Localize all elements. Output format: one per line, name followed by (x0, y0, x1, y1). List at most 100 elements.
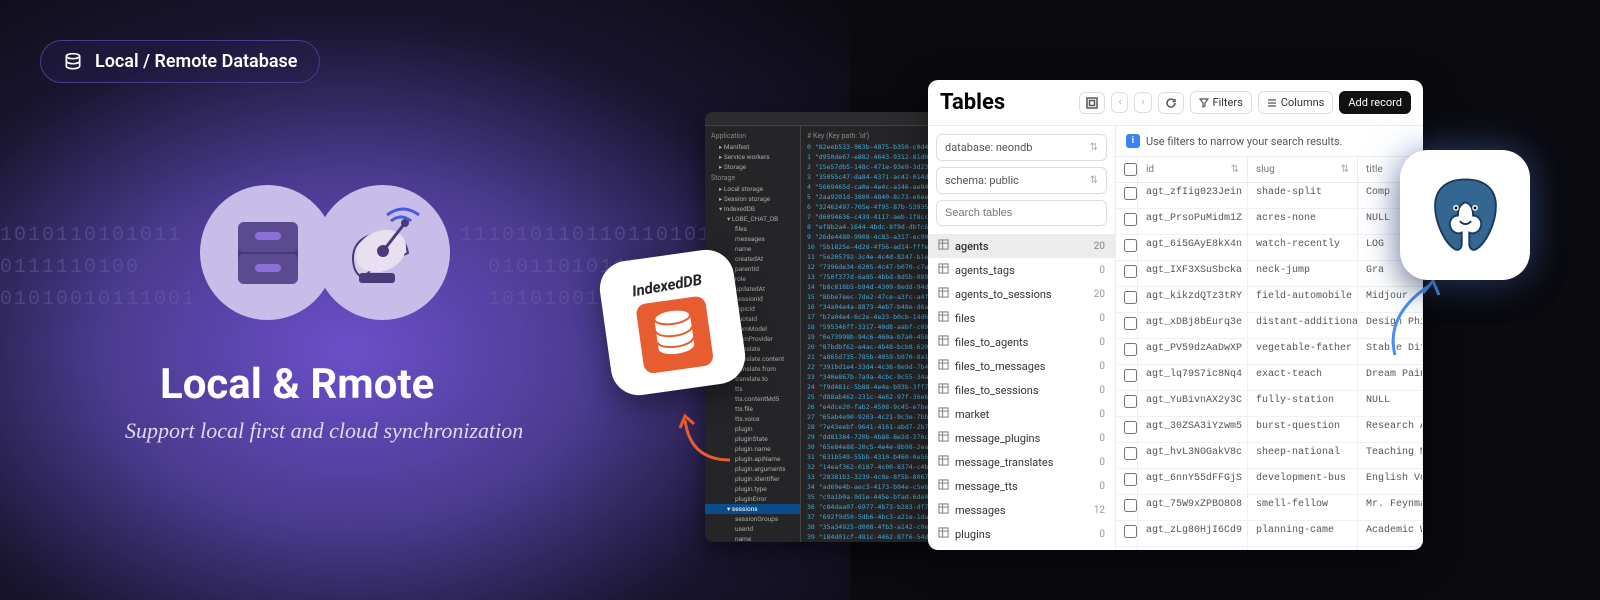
table-list-item[interactable]: messages12 (928, 498, 1115, 522)
table-list-item[interactable]: files0 (928, 306, 1115, 330)
devtools-storage-group[interactable]: ▾ IndexedDB (705, 204, 800, 214)
table-row[interactable]: agt_6nnY55dFFGjSdevelopment-busEnglish V… (1116, 469, 1423, 495)
devtools-key-row[interactable]: 20 "87bdbf62-e4ac-4b48-bcb8-620ac1bc1e10… (801, 342, 935, 352)
devtools-key-row[interactable]: 37 "692f9d50-5db6-4bc3-a21e-1da49dc63487… (801, 512, 935, 522)
devtools-key-row[interactable]: 8 "ef8b2a4-1644-4bdc-8f9d-dbfc6f4f5ce24" (801, 222, 935, 232)
row-checkbox[interactable] (1124, 499, 1137, 512)
schema-select[interactable]: schema: public⇅ (936, 167, 1107, 194)
search-tables-input[interactable] (936, 200, 1107, 226)
sort-icon[interactable]: ⇅ (1231, 164, 1239, 175)
devtools-key-row[interactable]: 39 "184d01cf-481c-4462-87f6-54d1106a8ee" (801, 532, 935, 542)
devtools-key-row[interactable]: 25 "d88ab462-231c-4e62-97f-36e6d00964eba… (801, 392, 935, 402)
table-row[interactable]: agt_75W9xZPBO8O8smell-fellowMr. Feynman (1116, 495, 1423, 521)
devtools-key-row[interactable]: 29 "dd81384-720b-4b88-8e2d-376c28bdc882" (801, 432, 935, 442)
devtools-key-row[interactable]: 22 "391bd1e4-33d4-4c36-8e9d-7b4b54a4deb0… (801, 362, 935, 372)
devtools-key-row[interactable]: 5 "2aa9201d-3800-4840-8c73-e6ee01683e0f" (801, 192, 935, 202)
table-row[interactable]: agt_zfIig023Jeinshade-splitComp (1116, 183, 1423, 209)
devtools-table[interactable]: name (705, 534, 800, 542)
devtools-table[interactable]: plugin.type (705, 484, 800, 494)
table-row[interactable]: agt_hvL3NOGakV8csheep-nationalTeaching M… (1116, 443, 1423, 469)
devtools-key-row[interactable]: 27 "65ab4e90-9203-4c21-9c3e-7bb7f660f801… (801, 412, 935, 422)
devtools-key-row[interactable]: 7 "d6094636-c439-4117-aeb-1f8cc1fadc82" (801, 212, 935, 222)
prev-button[interactable]: ‹ (1111, 92, 1128, 113)
row-checkbox[interactable] (1124, 291, 1137, 304)
table-list-item[interactable]: agents_tags0 (928, 258, 1115, 282)
devtools-key-row[interactable]: 15 "8bbe7eec-7de2-47ce-a3fc-a4f7ec1e8a85… (801, 292, 935, 302)
devtools-key-row[interactable]: 13 "750f377d-6a85-4bbd-8d5b-089f4de88beb… (801, 272, 935, 282)
devtools-table-selected[interactable]: ▾ sessions (705, 504, 800, 514)
table-row[interactable]: agt_YuBivnAX2y3Cfully-stationNULL (1116, 391, 1423, 417)
devtools-key-row[interactable]: 32 "14eaf362-0187-4c00-8374-c4bb058e61ba… (801, 462, 935, 472)
devtools-key-row[interactable]: 30 "65e84e88-20c5-4e4e-8b98-2ea600def640… (801, 442, 935, 452)
table-list-item[interactable]: plugins_tags0 (928, 546, 1115, 550)
devtools-key-row[interactable]: 23 "340e867b-7a9a-4cbc-9c55-34a83a2ff277… (801, 372, 935, 382)
devtools-key-row[interactable]: 2 "15e57db5-148c-471e-93e9-3d233db6b162" (801, 162, 935, 172)
table-row[interactable]: agt_30ZSA3iYzwm5burst-questionResearch A… (1116, 417, 1423, 443)
database-select[interactable]: database: neondb⇅ (936, 134, 1107, 161)
filters-button[interactable]: Filters (1190, 91, 1252, 114)
devtools-key-row[interactable]: 1 "d950de67-e882-4643-9312-81d0e1224f13" (801, 152, 935, 162)
row-checkbox[interactable] (1124, 473, 1137, 486)
row-checkbox[interactable] (1124, 213, 1137, 226)
devtools-key-row[interactable]: 0 "82eeb533-963b-4875-b350-c0d499f55eed" (801, 142, 935, 152)
devtools-key-row[interactable]: 28 "7e43eebf-9641-4161-abd7-2b77507e508" (801, 422, 935, 432)
table-list-item[interactable]: agents20 (928, 234, 1115, 258)
devtools-app-item[interactable]: ▸ Storage (705, 162, 800, 172)
devtools-key-row[interactable]: 34 "ad69e4b-aec3-4173-b94e-c5e68e1ee16b" (801, 482, 935, 492)
devtools-key-row[interactable]: 6 "32462497-705e-4f95-87b-53935aa5445a" (801, 202, 935, 212)
devtools-table[interactable]: plugin.identifier (705, 474, 800, 484)
devtools-storage-group[interactable]: ▸ Session storage (705, 194, 800, 204)
refresh-button[interactable] (1158, 92, 1184, 114)
table-row[interactable]: agt_PrsoPuMidm1Zacres-noneNULL (1116, 209, 1423, 235)
table-row[interactable]: agt_6i5GAyE8kX4nwatch-recentlyLOG (1116, 235, 1423, 261)
row-checkbox[interactable] (1124, 525, 1137, 538)
devtools-key-row[interactable]: 36 "c84daa07-6977-4b73-b283-df721f4aa560… (801, 502, 935, 512)
row-checkbox[interactable] (1124, 317, 1137, 330)
table-list-item[interactable]: plugins0 (928, 522, 1115, 546)
devtools-key-row[interactable]: 11 "5e205792-3c4e-4c4d-8247-b1e8f0dd0463… (801, 252, 935, 262)
table-list-item[interactable]: message_tts0 (928, 474, 1115, 498)
sort-icon[interactable]: ⇅ (1341, 164, 1349, 175)
devtools-key-row[interactable]: 9 "26de4480-9908-4c83-a317-ec902e7ee22d" (801, 232, 935, 242)
devtools-key-row[interactable]: 10 "5b1825e-4d28-4f56-ad14-fffe2e888850" (801, 242, 935, 252)
devtools-table[interactable]: userId (705, 524, 800, 534)
devtools-key-row[interactable]: 17 "b7a04e4-6c2e-4e23-b0cb-14d6e9cbe89f" (801, 312, 935, 322)
next-button[interactable]: › (1134, 92, 1151, 113)
devtools-app-item[interactable]: ▸ Manifest (705, 142, 800, 152)
devtools-table[interactable]: sessionGroups (705, 514, 800, 524)
table-list-item[interactable]: files_to_messages0 (928, 354, 1115, 378)
devtools-key-row[interactable]: 21 "a865d735-785b-4059-b970-8a107e800ec" (801, 352, 935, 362)
row-checkbox[interactable] (1124, 421, 1137, 434)
devtools-key-row[interactable]: 4 "5669465d-ca0e-4e4c-a146-ae941376cc8e" (801, 182, 935, 192)
devtools-key-row[interactable]: 35 "c9a1b0a-9d1e-445e-bfad-6de032aaeaa5" (801, 492, 935, 502)
devtools-table[interactable]: files (705, 224, 800, 234)
devtools-table[interactable]: pluginError (705, 494, 800, 504)
row-checkbox[interactable] (1124, 265, 1137, 278)
devtools-table[interactable]: tts (705, 384, 800, 394)
table-list-item[interactable]: agents_to_sessions20 (928, 282, 1115, 306)
table-list-item[interactable]: market0 (928, 402, 1115, 426)
devtools-key-row[interactable]: 3 "35055c47-da84-4371-ac42-014dec18fab9" (801, 172, 935, 182)
table-list-item[interactable]: files_to_sessions0 (928, 378, 1115, 402)
row-checkbox[interactable] (1124, 187, 1137, 200)
row-checkbox[interactable] (1124, 395, 1137, 408)
devtools-key-row[interactable]: 18 "595346ff-3317-40d8-aabf-c09b5e22a3ba… (801, 322, 935, 332)
table-list-item[interactable]: message_translates0 (928, 450, 1115, 474)
devtools-key-row[interactable]: 16 "34a04e4a-8873-4eb7-b48e-d6aedcff8270… (801, 302, 935, 312)
devtools-table[interactable]: messages (705, 234, 800, 244)
fullscreen-button[interactable] (1079, 92, 1105, 114)
table-list-item[interactable]: message_plugins0 (928, 426, 1115, 450)
table-row[interactable]: agt_NE5DPFsYtzCUdesign-explainPseudo Cod… (1116, 547, 1423, 550)
devtools-app-item[interactable]: ▸ Service workers (705, 152, 800, 162)
devtools-key-row[interactable]: 14 "b8c816b5-b94d-4309-8edd-94d11aa13083… (801, 282, 935, 292)
table-list-item[interactable]: files_to_agents0 (928, 330, 1115, 354)
row-checkbox[interactable] (1124, 239, 1137, 252)
row-checkbox[interactable] (1124, 343, 1137, 356)
devtools-key-row[interactable]: 31 "631b549-55bb-4310-b460-0e565caf53c" (801, 452, 935, 462)
devtools-key-row[interactable]: 38 "35a34925-d008-4fb3-a142-c0eba5feabab… (801, 522, 935, 532)
devtools-key-row[interactable]: 24 "f9d481c-5b88-4e4e-b93b-3ff778d33880" (801, 382, 935, 392)
devtools-key-row[interactable]: 33 "28381b3-3239-4c0e-8f5b-8067b54cbfdb" (801, 472, 935, 482)
devtools-key-row[interactable]: 19 "0e73998b-94c6-460a-b7a0-458ce044e24" (801, 332, 935, 342)
row-checkbox[interactable] (1124, 447, 1137, 460)
add-record-button[interactable]: Add record (1339, 91, 1411, 114)
